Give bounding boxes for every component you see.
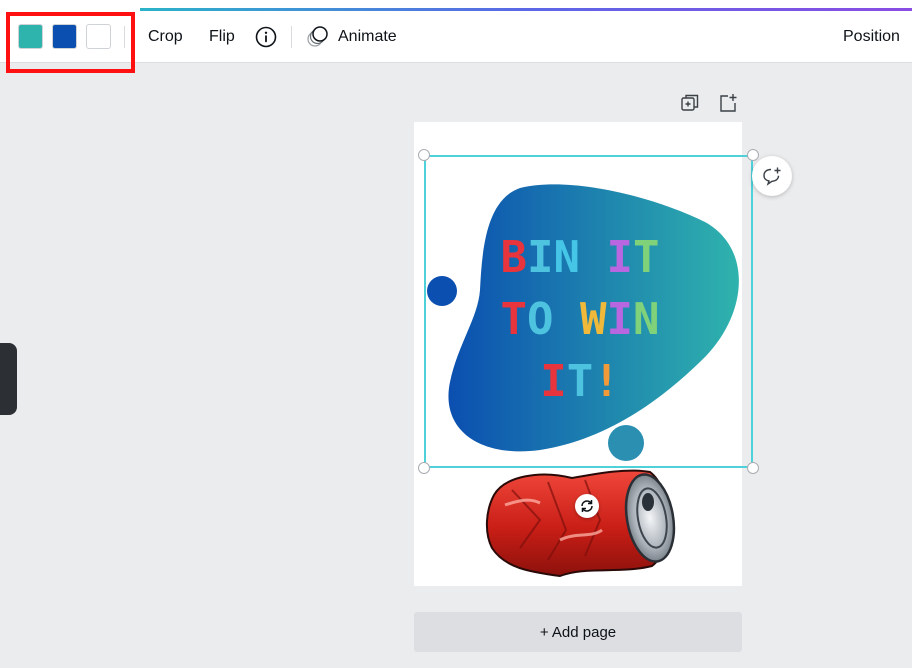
info-icon [255, 26, 277, 48]
resize-handle-bottom-left[interactable] [418, 462, 430, 474]
duplicate-page-button[interactable] [679, 92, 701, 114]
color-swatch-blue[interactable] [52, 24, 77, 49]
color-swatch-white[interactable] [86, 24, 111, 49]
toolbar-divider [291, 26, 292, 48]
animate-button[interactable]: Animate [306, 24, 397, 50]
selection-box[interactable] [424, 155, 753, 468]
rotate-handle[interactable] [575, 494, 599, 518]
add-page-icon-button[interactable] [717, 92, 739, 114]
color-swatch-teal[interactable] [18, 24, 43, 49]
add-comment-icon [763, 167, 781, 186]
side-panel-toggle[interactable] [0, 343, 17, 415]
resize-handle-top-right[interactable] [747, 149, 759, 161]
add-comment-button[interactable] [752, 156, 792, 196]
top-bar [0, 0, 912, 12]
add-page-button[interactable]: + Add page [414, 612, 742, 652]
add-page-icon [720, 94, 737, 112]
position-button[interactable]: Position [843, 24, 900, 50]
info-button[interactable] [254, 24, 278, 50]
rotate-icon [581, 500, 593, 512]
resize-handle-top-left[interactable] [418, 149, 430, 161]
editor-toolbar: Crop Flip Animate Position [0, 12, 912, 73]
resize-handle-bottom-right[interactable] [747, 462, 759, 474]
crop-button[interactable]: Crop [148, 24, 183, 50]
duplicate-page-icon [681, 94, 699, 111]
animate-label: Animate [338, 28, 397, 45]
gradient-accent-line [140, 8, 912, 11]
flip-button[interactable]: Flip [209, 24, 235, 50]
toolbar-divider [124, 26, 125, 48]
animate-icon [307, 26, 328, 47]
